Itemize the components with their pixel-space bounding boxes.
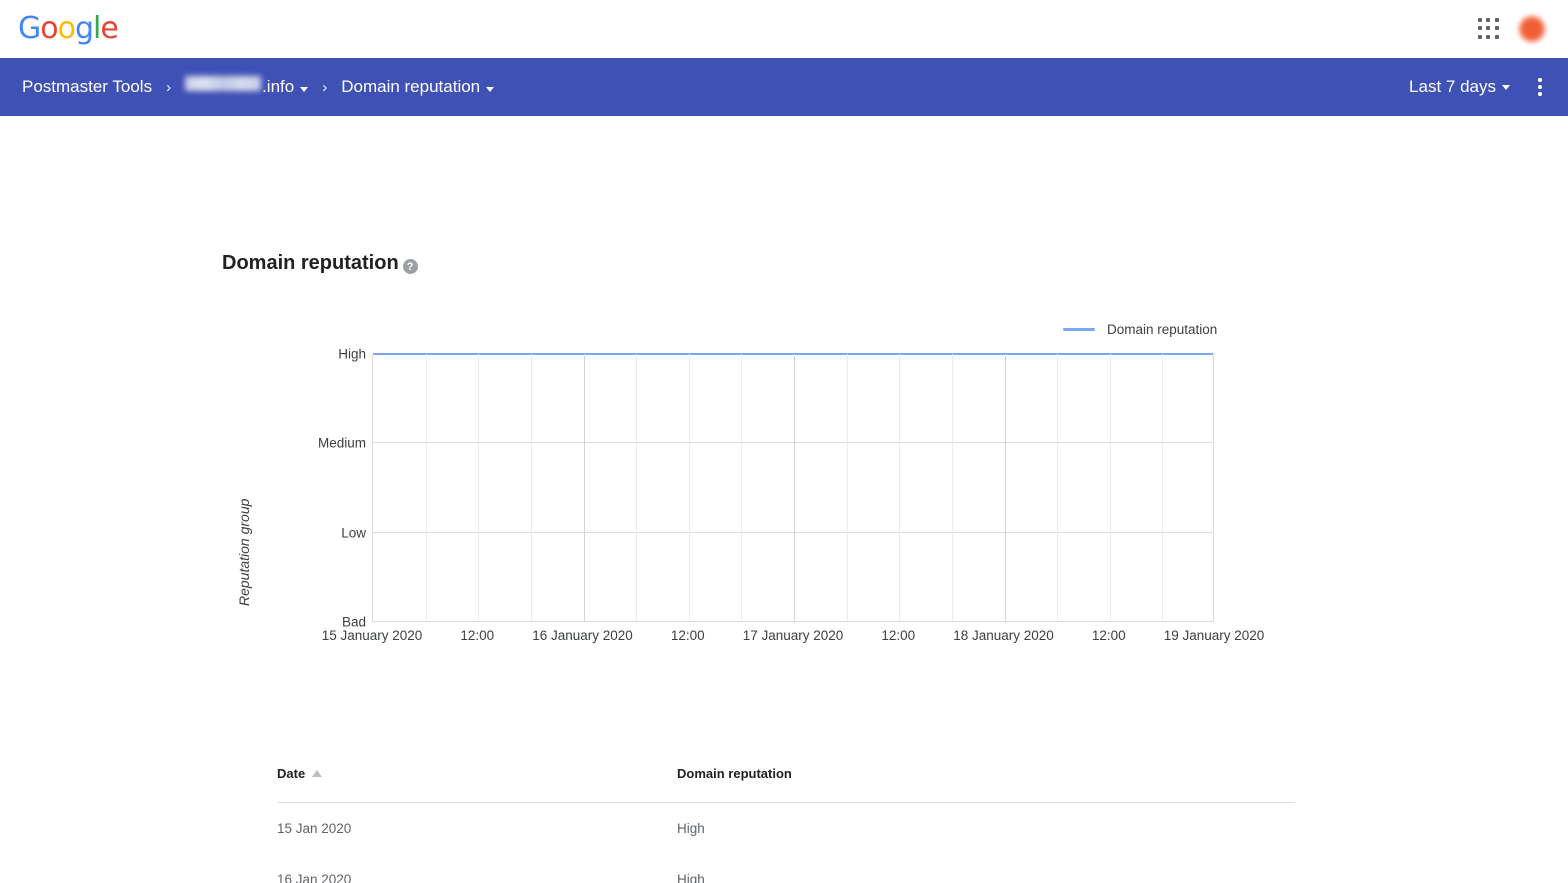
chart-gridline-vertical bbox=[741, 354, 742, 621]
table-header-row: Date Domain reputation bbox=[277, 766, 1295, 803]
breadcrumb-section-selector[interactable]: Domain reputation bbox=[341, 77, 494, 97]
page-title: Domain reputation ? bbox=[222, 252, 418, 275]
cell-date: 15 Jan 2020 bbox=[277, 821, 677, 836]
column-header-date[interactable]: Date bbox=[277, 766, 677, 781]
date-range-label: Last 7 days bbox=[1409, 77, 1496, 96]
logo-letter: o bbox=[40, 14, 57, 44]
chart-y-tick-label: Medium bbox=[318, 436, 366, 451]
apps-grid-icon[interactable] bbox=[1478, 18, 1500, 40]
chart-x-tick-label: 15 January 2020 bbox=[322, 628, 423, 643]
chart-x-tick-label: 19 January 2020 bbox=[1164, 628, 1265, 643]
chart-gridline-vertical bbox=[1162, 354, 1163, 621]
chart-plot-area bbox=[372, 354, 1214, 622]
domain-reputation-chart: Domain reputation Reputation group High M… bbox=[0, 306, 1400, 676]
breadcrumb-domain-selector[interactable]: .info bbox=[185, 77, 308, 97]
chart-x-tick-label: 12:00 bbox=[671, 628, 705, 643]
chart-x-tick-label: 12:00 bbox=[460, 628, 494, 643]
chart-gridline-vertical bbox=[531, 354, 532, 621]
chart-gridline-vertical bbox=[1110, 354, 1111, 621]
chevron-down-icon bbox=[486, 87, 494, 92]
column-header-date-label: Date bbox=[277, 766, 305, 781]
cell-reputation: High bbox=[677, 872, 705, 883]
breadcrumb-separator-icon: › bbox=[322, 79, 327, 96]
chart-y-axis-title: Reputation group bbox=[236, 499, 252, 606]
legend-label-domain-reputation: Domain reputation bbox=[1107, 322, 1217, 337]
chart-x-tick-label: 12:00 bbox=[1092, 628, 1126, 643]
google-top-bar: Google bbox=[0, 0, 1568, 58]
chart-gridline-vertical bbox=[478, 354, 479, 621]
logo-letter: e bbox=[100, 14, 117, 44]
reputation-table: Date Domain reputation 15 Jan 2020High16… bbox=[277, 766, 1295, 883]
chart-y-tick-label: High bbox=[338, 347, 366, 362]
chart-legend: Domain reputation bbox=[1063, 322, 1217, 337]
chart-x-tick-label: 12:00 bbox=[881, 628, 915, 643]
chart-gridline-vertical bbox=[847, 354, 848, 621]
app-bar-actions: Last 7 days bbox=[1409, 76, 1550, 98]
chart-gridline-horizontal bbox=[373, 621, 1213, 622]
page-body: Domain reputation ? Domain reputation Re… bbox=[0, 116, 1568, 883]
chart-gridline-vertical bbox=[636, 354, 637, 621]
breadcrumb-separator-icon: › bbox=[166, 79, 171, 96]
cell-reputation: High bbox=[677, 821, 705, 836]
chart-gridline-vertical bbox=[426, 354, 427, 621]
breadcrumb: Postmaster Tools › .info › Domain reputa… bbox=[22, 77, 494, 97]
chart-gridline-vertical bbox=[1005, 354, 1006, 621]
legend-swatch-domain-reputation bbox=[1063, 328, 1095, 331]
logo-letter: l bbox=[93, 14, 100, 44]
chart-gridline-vertical bbox=[689, 354, 690, 621]
logo-letter: g bbox=[75, 14, 93, 44]
logo-letter: G bbox=[18, 14, 40, 44]
breadcrumb-domain-suffix: .info bbox=[262, 77, 294, 97]
chart-x-tick-label: 18 January 2020 bbox=[953, 628, 1054, 643]
cell-date: 16 Jan 2020 bbox=[277, 872, 677, 883]
breadcrumb-section-label: Domain reputation bbox=[341, 77, 480, 97]
app-bar: Postmaster Tools › .info › Domain reputa… bbox=[0, 58, 1568, 116]
table-body: 15 Jan 2020High16 Jan 2020High17 Jan 202… bbox=[277, 803, 1295, 883]
logo-letter: o bbox=[58, 14, 75, 44]
account-avatar[interactable] bbox=[1518, 15, 1546, 43]
table-row[interactable]: 16 Jan 2020High bbox=[277, 854, 1295, 883]
more-vert-icon[interactable] bbox=[1530, 76, 1550, 98]
sort-ascending-icon bbox=[312, 770, 322, 777]
redacted-domain-name bbox=[185, 76, 261, 91]
chevron-down-icon bbox=[300, 87, 308, 92]
chart-y-tick-labels: HighMediumLowBad bbox=[300, 344, 366, 622]
chart-gridline-horizontal bbox=[373, 532, 1213, 533]
google-bar-actions bbox=[1478, 15, 1546, 43]
chart-x-tick-label: 16 January 2020 bbox=[532, 628, 633, 643]
google-logo[interactable]: Google bbox=[18, 14, 118, 44]
chart-gridline-vertical bbox=[1057, 354, 1058, 621]
page-title-text: Domain reputation bbox=[222, 252, 399, 275]
chart-x-tick-labels: 15 January 2020 12:00 16 January 2020 12:00… bbox=[0, 628, 1400, 650]
chart-y-tick-label: Low bbox=[341, 525, 366, 540]
chart-gridline-vertical bbox=[899, 354, 900, 621]
chart-x-tick-label: 17 January 2020 bbox=[743, 628, 844, 643]
chevron-down-icon bbox=[1502, 85, 1510, 90]
chart-gridline-vertical bbox=[794, 354, 795, 621]
series-line-domain-reputation bbox=[373, 353, 1213, 355]
chart-gridline-vertical bbox=[584, 354, 585, 621]
column-header-reputation[interactable]: Domain reputation bbox=[677, 766, 792, 781]
table-row[interactable]: 15 Jan 2020High bbox=[277, 803, 1295, 854]
chart-gridline-horizontal bbox=[373, 442, 1213, 443]
breadcrumb-root[interactable]: Postmaster Tools bbox=[22, 77, 152, 97]
date-range-selector[interactable]: Last 7 days bbox=[1409, 77, 1510, 97]
chart-gridline-vertical bbox=[952, 354, 953, 621]
help-circle-icon[interactable]: ? bbox=[403, 259, 418, 274]
